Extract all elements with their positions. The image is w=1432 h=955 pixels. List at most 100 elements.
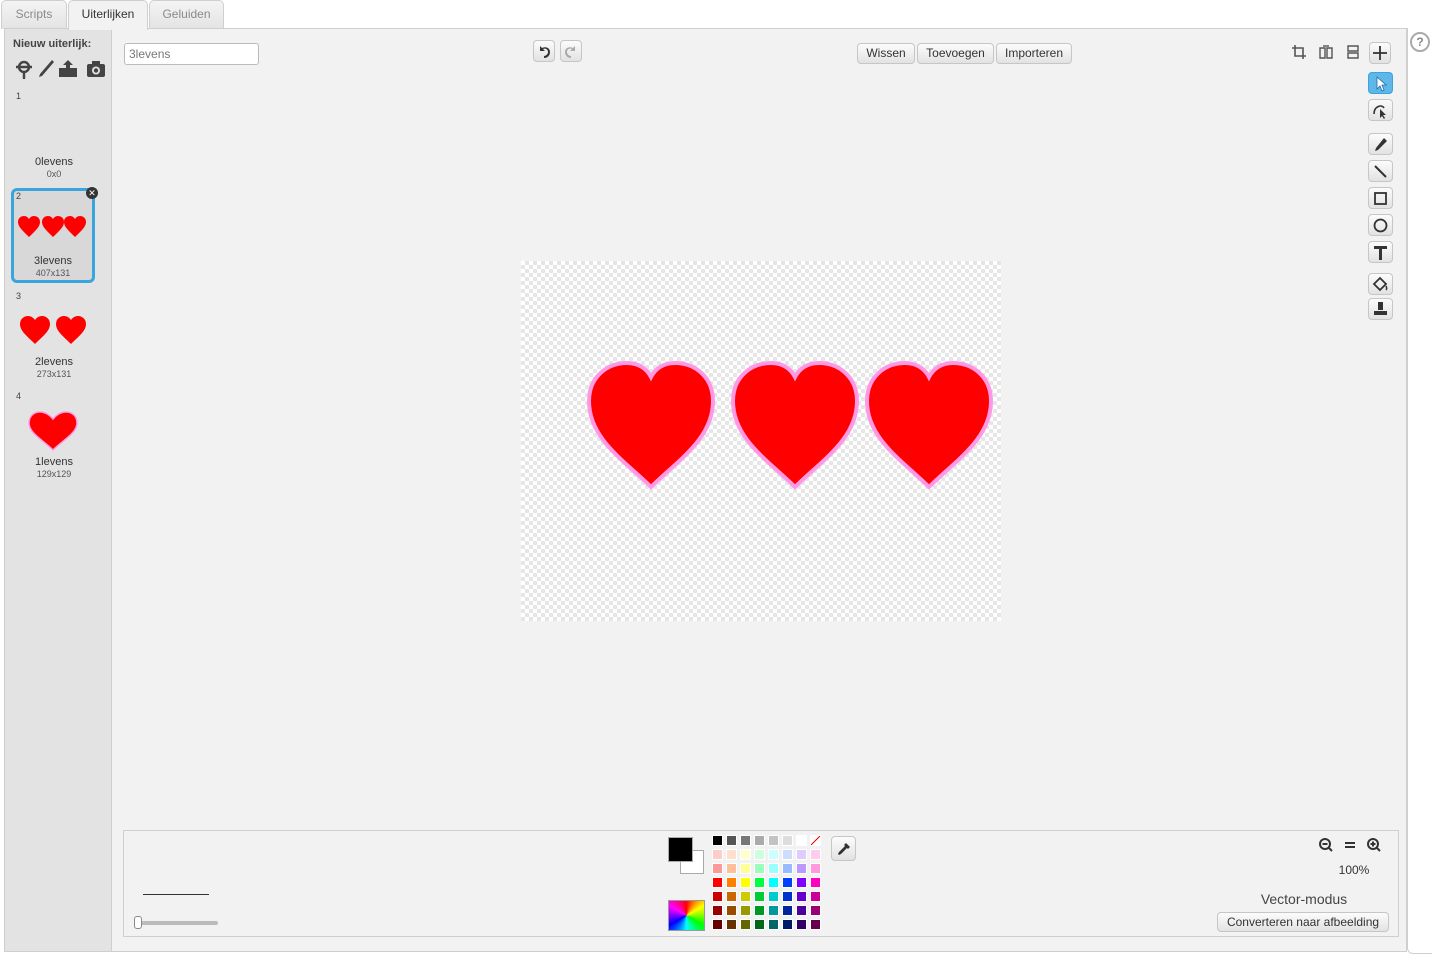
color-swatch[interactable] (712, 877, 723, 888)
crop-button[interactable] (1289, 42, 1311, 64)
color-swatch[interactable] (782, 905, 793, 916)
tab-sounds[interactable]: Geluiden (149, 0, 224, 29)
costume-item[interactable]: 1 0levens 0x0 (12, 89, 96, 184)
paint-new-icon[interactable] (35, 58, 57, 80)
costume-name: 0levens (35, 156, 73, 168)
set-center-button[interactable] (1369, 42, 1391, 64)
convert-to-bitmap-button[interactable]: Converteren naar afbeelding (1217, 912, 1389, 932)
tool-line[interactable] (1368, 160, 1393, 182)
color-swatch[interactable] (782, 863, 793, 874)
color-swatch[interactable] (754, 877, 765, 888)
color-swatch[interactable] (754, 835, 765, 846)
color-swatch[interactable] (810, 891, 821, 902)
undo-button[interactable] (533, 40, 555, 62)
color-swatch[interactable] (740, 919, 751, 930)
color-swatch[interactable] (712, 919, 723, 930)
redo-button[interactable] (560, 40, 582, 62)
color-swatch[interactable] (782, 877, 793, 888)
color-swatch[interactable] (796, 919, 807, 930)
camera-icon[interactable] (85, 58, 107, 80)
color-swatch[interactable] (726, 891, 737, 902)
color-swatch[interactable] (782, 835, 793, 846)
tab-scripts[interactable]: Scripts (1, 0, 67, 29)
drawing-canvas[interactable] (521, 261, 1001, 621)
color-swatch[interactable] (768, 863, 779, 874)
choose-from-library-icon[interactable] (13, 58, 35, 80)
costume-name-input[interactable] (124, 43, 259, 65)
stroke-width-slider[interactable] (134, 921, 218, 925)
import-button[interactable]: Importeren (996, 43, 1072, 64)
color-swatch[interactable] (740, 849, 751, 860)
color-swatch[interactable] (726, 849, 737, 860)
costume-item-selected[interactable]: 2 ✕ 3levens 407x131 (11, 187, 98, 283)
color-swatch[interactable] (768, 877, 779, 888)
tab-costumes[interactable]: Uiterlijken (68, 0, 148, 30)
color-swatch[interactable] (754, 891, 765, 902)
help-icon[interactable]: ? (1410, 32, 1430, 52)
tool-text[interactable] (1368, 241, 1393, 263)
costume-thumbnail (12, 99, 96, 154)
flip-vertical-button[interactable] (1343, 42, 1365, 64)
tool-rectangle[interactable] (1368, 187, 1393, 209)
color-swatch[interactable] (768, 849, 779, 860)
zoom-in-button[interactable] (1364, 835, 1386, 855)
zoom-reset-button[interactable] (1340, 835, 1362, 855)
color-swatch[interactable] (768, 905, 779, 916)
color-swatch[interactable] (754, 849, 765, 860)
color-swatch[interactable] (712, 863, 723, 874)
color-swatch[interactable] (796, 877, 807, 888)
upload-from-file-icon[interactable] (57, 58, 79, 80)
stroke-width-slider-handle[interactable] (134, 916, 142, 929)
color-swatch[interactable] (810, 919, 821, 930)
color-swatch[interactable] (740, 891, 751, 902)
color-swatch[interactable] (768, 835, 779, 846)
color-swatch[interactable] (768, 891, 779, 902)
tool-duplicate[interactable] (1368, 298, 1393, 320)
color-swatch[interactable] (712, 849, 723, 860)
color-swatch[interactable] (740, 835, 751, 846)
color-swatch[interactable] (810, 849, 821, 860)
color-swatch[interactable] (726, 905, 737, 916)
tool-reshape[interactable] (1368, 99, 1393, 121)
color-swatch[interactable] (754, 863, 765, 874)
color-swatch[interactable] (810, 905, 821, 916)
costume-item[interactable]: 4 1levens 129x129 (12, 389, 96, 484)
clear-button[interactable]: Wissen (857, 43, 915, 64)
tool-pencil[interactable] (1368, 133, 1393, 155)
color-swatch[interactable] (740, 863, 751, 874)
tool-fill[interactable] (1368, 273, 1393, 295)
tool-select[interactable] (1368, 72, 1393, 94)
costume-item[interactable]: 3 2levens 273x131 (12, 289, 96, 384)
color-swatch[interactable] (726, 835, 737, 846)
color-swatch[interactable] (712, 835, 723, 846)
eyedropper-button[interactable] (831, 836, 856, 861)
color-swatch[interactable] (726, 877, 737, 888)
color-swatch[interactable] (796, 849, 807, 860)
color-swatch[interactable] (726, 863, 737, 874)
color-swatch[interactable] (796, 863, 807, 874)
tool-ellipse[interactable] (1368, 214, 1393, 236)
color-swatch[interactable] (768, 919, 779, 930)
color-swatch[interactable] (712, 905, 723, 916)
equals-icon (1345, 842, 1355, 848)
color-swatch[interactable] (740, 905, 751, 916)
color-swatch[interactable] (726, 919, 737, 930)
color-swatch[interactable] (782, 891, 793, 902)
color-swatch[interactable] (782, 849, 793, 860)
color-swatch[interactable] (796, 905, 807, 916)
color-swatch[interactable] (754, 905, 765, 916)
color-swatch[interactable] (740, 877, 751, 888)
color-swatch[interactable] (796, 891, 807, 902)
foreground-color-swatch[interactable] (668, 837, 693, 862)
color-swatch[interactable] (754, 919, 765, 930)
zoom-out-button[interactable] (1316, 835, 1338, 855)
add-button[interactable]: Toevoegen (917, 43, 994, 64)
transparent-color-swatch[interactable] (810, 835, 821, 846)
color-swatch[interactable] (810, 863, 821, 874)
color-swatch[interactable] (810, 877, 821, 888)
color-swatch[interactable] (796, 835, 807, 846)
color-swatch[interactable] (712, 891, 723, 902)
color-swatch[interactable] (782, 919, 793, 930)
flip-horizontal-button[interactable] (1316, 42, 1338, 64)
color-picker-spectrum[interactable] (668, 900, 705, 931)
